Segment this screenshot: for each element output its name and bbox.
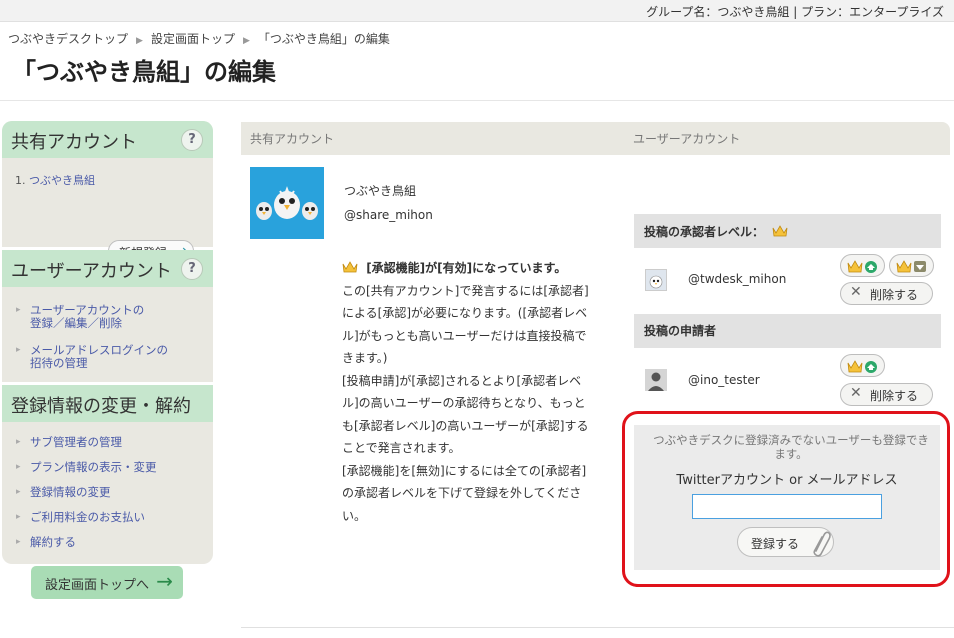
settings-top-button[interactable]: 設定画面トップへ → [31, 566, 183, 599]
notice-title: [承認機能]が[有効]になっています。 [366, 261, 567, 275]
notice-line: の承認者レベルを下げて登録を外してくださ [342, 486, 582, 500]
shared-account-handle: @share_mihon [344, 208, 433, 222]
shared-account-name: つぶやき鳥組 [344, 184, 417, 198]
approval-notice: [承認機能]が[有効]になっています。 この[共有アカウント]で発言するには[承… [342, 257, 618, 527]
sidebar-heading-shared: 共有アカウント ? [2, 121, 213, 158]
notice-line: ル]がもっとも高いユーザーだけは直接投稿で [342, 328, 587, 343]
level-down-button[interactable] [889, 254, 934, 277]
close-icon: ✕ [850, 385, 862, 401]
help-icon[interactable]: ? [181, 258, 203, 280]
delete-approver-button[interactable]: ✕ 削除する [840, 282, 933, 305]
register-button[interactable]: 登録する [737, 527, 834, 557]
registration-change-link[interactable]: 登録情報の変更 [16, 486, 213, 500]
divider [0, 100, 954, 101]
sidebar-heading-label: 共有アカウント [11, 132, 137, 153]
link-line: 招待の管理 [30, 356, 88, 370]
crown-up-icon [847, 260, 877, 273]
requester-handle: @ino_tester [688, 373, 760, 387]
crown-up-icon [847, 360, 877, 373]
notice-line: [承認機能]を[無効]にするには全ての[承認者] [342, 463, 587, 478]
cancel-link[interactable]: 解約する [16, 536, 213, 550]
breadcrumb-separator-icon: ▶ [242, 36, 250, 46]
requester-heading: 投稿の申請者 [634, 314, 941, 348]
email-invite-link[interactable]: メールアドレスログインの招待の管理 [16, 344, 213, 370]
top-bar: グループ名：つぶやき鳥組 | プラン：エンタープライズ [0, 0, 954, 22]
register-note: つぶやきデスクに登録済みでないユーザーも登録できます。 [653, 433, 929, 461]
bird-avatar-icon [250, 167, 324, 239]
sidebar-heading-registration: 登録情報の変更・解約 [2, 385, 213, 422]
paperclip-icon [813, 531, 831, 557]
arrow-right-icon: → [156, 569, 173, 593]
level-up-button[interactable] [840, 354, 885, 377]
list-item-number: 1. [15, 174, 26, 187]
notice-line: [投稿申請]が[承認]されるとより[承認者レベ [342, 373, 582, 388]
crown-icon [342, 261, 358, 273]
sub-admin-link[interactable]: サブ管理者の管理 [16, 436, 213, 450]
breadcrumb-settings-top[interactable]: 設定画面トップ [151, 30, 235, 47]
approver-handle: @twdesk_mihon [688, 272, 787, 286]
settings-top-label: 設定画面トップへ [45, 578, 150, 593]
divider [241, 627, 954, 628]
user-links: ユーザーアカウントの登録／編集／削除 メールアドレスログインの招待の管理 [2, 287, 213, 382]
link-line: ユーザーアカウントの [30, 303, 145, 317]
approver-heading-label: 投稿の承認者レベル： [644, 225, 765, 239]
crown-icon [772, 225, 788, 237]
sidebar-heading-label: 登録情報の変更・解約 [11, 396, 191, 417]
column-header-shared: 共有アカウント [250, 132, 335, 146]
notice-title-line: [承認機能]が[有効]になっています。 [342, 257, 618, 280]
plan-info-link[interactable]: プラン情報の表示・変更 [16, 461, 213, 475]
help-icon[interactable]: ? [181, 129, 203, 151]
list-item[interactable]: 1. つぶやき鳥組 [15, 172, 213, 188]
user-account-manage-link[interactable]: ユーザーアカウントの登録／編集／削除 [16, 304, 213, 330]
sidebar-heading-label: ユーザーアカウント [11, 261, 172, 282]
approver-level-heading: 投稿の承認者レベル： [634, 214, 941, 248]
delete-requester-button[interactable]: ✕ 削除する [840, 383, 933, 406]
avatar [645, 369, 667, 391]
page-title: 「つぶやき鳥組」の編集 [12, 58, 276, 86]
table-header: 共有アカウント ユーザーアカウント [241, 122, 950, 155]
delete-label: 削除する [870, 288, 919, 302]
registration-links: サブ管理者の管理 プラン情報の表示・変更 登録情報の変更 ご利用料金のお支払い … [2, 422, 213, 564]
level-up-button[interactable] [840, 254, 885, 277]
shared-account-avatar [250, 167, 324, 239]
notice-line: い。 [342, 508, 367, 523]
breadcrumb-separator-icon: ▶ [136, 36, 143, 46]
bird-avatar-icon [649, 275, 663, 289]
shared-account-list: 1. つぶやき鳥組 新規登録 → [2, 158, 213, 262]
crown-down-icon [896, 260, 926, 273]
close-icon: ✕ [850, 284, 862, 300]
link-line: メールアドレスログインの [30, 343, 168, 357]
default-user-icon [645, 369, 667, 391]
notice-line: による[承認]が必要になります。([承認者レベ [342, 306, 588, 320]
column-header-user: ユーザーアカウント [633, 132, 741, 146]
notice-line: この[共有アカウント]で発言するには[承認者] [342, 283, 589, 298]
link-line: 登録／編集／削除 [30, 316, 122, 330]
breadcrumb-desktop[interactable]: つぶやきデスクトップ [8, 30, 128, 47]
breadcrumb: つぶやきデスクトップ ▶ 設定画面トップ ▶ 「つぶやき鳥組」の編集 [8, 30, 390, 47]
register-field-label: Twitterアカウント or メールアドレス [676, 473, 898, 488]
breadcrumb-current: 「つぶやき鳥組」の編集 [257, 32, 390, 46]
twitter-or-email-input[interactable] [692, 494, 882, 519]
notice-line: も[承認者レベル]の高いユーザーが[承認]する [342, 418, 589, 433]
avatar [645, 269, 667, 291]
notice-line: ことで発言されます。 [342, 441, 461, 455]
delete-label: 削除する [870, 389, 919, 403]
shared-account-link[interactable]: つぶやき鳥組 [29, 174, 95, 187]
register-button-label: 登録する [751, 537, 800, 551]
sidebar: 共有アカウント ? 1. つぶやき鳥組 新規登録 → ユーザーアカウント ? ユ… [2, 121, 213, 564]
payment-link[interactable]: ご利用料金のお支払い [16, 511, 213, 525]
notice-line: ル]の高いユーザーの承認待ちとなり、もっと [342, 396, 586, 410]
sidebar-heading-user: ユーザーアカウント ? [2, 250, 213, 287]
notice-line: きます。) [342, 351, 388, 365]
group-plan-info: グループ名：つぶやき鳥組 | プラン：エンタープライズ [646, 5, 944, 19]
